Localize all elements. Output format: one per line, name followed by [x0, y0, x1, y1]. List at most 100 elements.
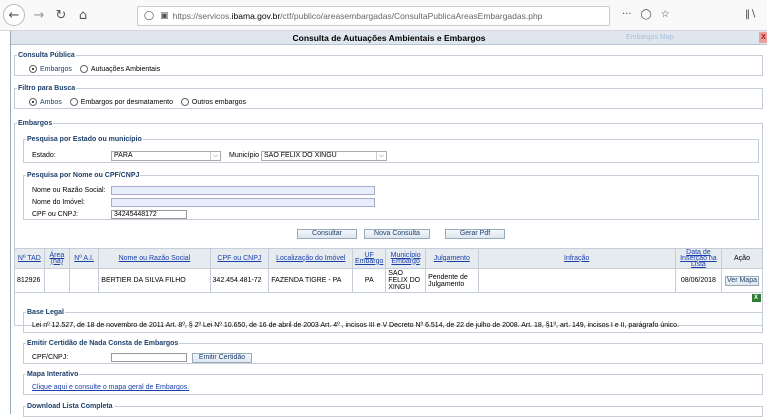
nome-input[interactable] [111, 186, 375, 195]
radio-unselected-icon[interactable] [69, 98, 78, 106]
consulta-publica-legend: Consulta Pública [17, 52, 76, 59]
lock-icon[interactable]: ▣ [160, 11, 169, 21]
bookmark-star-icon[interactable]: ☆ [661, 9, 670, 20]
cell-acao: Ver Mapa [721, 268, 763, 293]
download-lista-group: Download Lista Completa [23, 403, 763, 417]
cpf-label: CPF ou CNPJ: [32, 211, 78, 218]
municipio-select[interactable]: SAO FELIX DO XINGU ⌵ [261, 151, 387, 161]
header-julgamento[interactable]: Julgamento [425, 248, 479, 269]
cell-data: 08/06/2018 [674, 268, 723, 293]
imovel-input[interactable] [111, 198, 375, 207]
header-area[interactable]: Área (ha) [43, 248, 70, 269]
header-uf[interactable]: UF Embargo [352, 248, 387, 269]
cell-area [43, 268, 70, 293]
base-legal-legend: Base Legal [26, 309, 65, 316]
page-content: Consulta de Autuações Ambientais e Embar… [10, 31, 767, 417]
url-path: /ctf/publico/areasembargadas/ConsultaPub… [280, 11, 543, 21]
header-nome[interactable]: Nome ou Razão Social [98, 248, 211, 269]
radio-desmatamento[interactable]: Embargos por desmatamento [69, 98, 173, 106]
radio-selected-icon[interactable] [29, 98, 37, 106]
reload-icon[interactable]: ↻ [50, 4, 72, 26]
cell-localizacao: FAZENDA TIGRE - PA [268, 268, 354, 293]
radio-embargos-label: Embargos [40, 65, 72, 73]
pesquisa-nome-group: Pesquisa por Nome ou CPF/CNPJ Nome ou Ra… [23, 172, 759, 220]
download-lista-legend: Download Lista Completa [26, 403, 114, 410]
radio-autuacoes[interactable]: Autuações Ambientais [79, 65, 161, 73]
embargo-map-badge[interactable]: Embargos Map [626, 33, 721, 43]
page-title: Consulta de Autuações Ambientais e Embar… [292, 33, 486, 43]
table-footer-row: X [14, 292, 763, 303]
back-arrow-icon[interactable]: ← [3, 4, 25, 26]
emitir-certidao-button[interactable]: Emitir Certidão [192, 353, 252, 363]
cpf-input[interactable]: 34245448172 [111, 210, 187, 219]
radio-autuacoes-label: Autuações Ambientais [90, 65, 161, 73]
cell-ai [68, 268, 100, 293]
certidao-cpf-label: CPF/CNPJ: [32, 354, 69, 361]
radio-outros-label: Outros embargos [191, 98, 247, 106]
header-cpf[interactable]: CPF ou CNPJ [209, 248, 270, 269]
estado-label: Estado: [32, 152, 56, 159]
radio-selected-icon[interactable] [29, 65, 37, 73]
url-prefix: https://servicos. [172, 11, 232, 21]
mapa-interativo-group: Mapa Interativo Clique aqui e consulte o… [23, 371, 763, 395]
certidao-group: Emitir Certidão de Nada Consta de Embarg… [23, 340, 763, 364]
header-municipio[interactable]: Município Embargo [385, 248, 427, 269]
filtro-busca-group: Filtro para Busca Ambos Embargos por des… [14, 85, 763, 109]
imovel-label: Nome do Imóvel: [32, 199, 85, 206]
header-infracao[interactable]: Infração [477, 248, 676, 269]
radio-outros[interactable]: Outros embargos [180, 98, 247, 106]
url-actions: ··· ◯ ☆ [622, 9, 670, 20]
library-icon[interactable]: ‖∖ [745, 9, 756, 20]
title-bar: Consulta de Autuações Ambientais e Embar… [11, 31, 767, 45]
radio-unselected-icon[interactable] [79, 65, 88, 73]
radio-ambos-label: Ambos [40, 98, 62, 106]
browser-toolbar: ← → ↻ ⌂ ◯ ▣ https://servicos.ibama.gov.b… [0, 0, 767, 31]
nome-label: Nome ou Razão Social: [32, 187, 106, 194]
close-icon[interactable]: X [759, 32, 767, 43]
consultar-button[interactable]: Consultar [297, 229, 357, 239]
cell-uf: PA [352, 268, 387, 293]
certidao-legend: Emitir Certidão de Nada Consta de Embarg… [26, 340, 180, 347]
forward-arrow-icon[interactable]: → [28, 4, 50, 26]
embargos-legend: Embargos [17, 120, 54, 127]
cell-tad: 812926 [14, 268, 45, 293]
municipio-select-value: SAO FELIX DO XINGU [264, 152, 337, 159]
pocket-icon[interactable]: ◯ [641, 9, 652, 20]
base-legal-text: Lei nº 12.527, de 18 de novembro de 2011… [32, 322, 680, 329]
header-acao: Ação [721, 248, 763, 269]
filtro-busca-legend: Filtro para Busca [17, 85, 77, 92]
mapa-interativo-legend: Mapa Interativo [26, 371, 80, 378]
header-localizacao[interactable]: Localização do Imóvel [268, 248, 354, 269]
chevron-down-icon[interactable]: ⌵ [376, 152, 386, 160]
header-tad[interactable]: Nº TAD [14, 248, 45, 269]
page-actions-icon[interactable]: ··· [622, 9, 632, 20]
radio-ambos[interactable]: Ambos [29, 98, 62, 106]
estado-select[interactable]: PARA ⌵ [111, 151, 221, 161]
cell-cpf: 342.454.481-72 [209, 268, 270, 293]
nova-consulta-button[interactable]: Nova Consulta [364, 229, 430, 239]
cell-infracao [477, 268, 676, 293]
url-bar[interactable]: ◯ ▣ https://servicos.ibama.gov.br/ctf/pu… [137, 6, 610, 26]
radio-unselected-icon[interactable] [180, 98, 189, 106]
pesquisa-estado-group: Pesquisa por Estado ou município Estado:… [23, 136, 759, 163]
cell-julgamento: Pendente de Julgamento [425, 268, 479, 293]
home-icon[interactable]: ⌂ [72, 4, 94, 26]
chevron-down-icon[interactable]: ⌵ [210, 152, 220, 160]
cell-municipio: SAO FELIX DO XINGU [385, 268, 427, 293]
shield-icon[interactable]: ◯ [144, 11, 154, 21]
gerar-pdf-button[interactable]: Gerar Pdf [445, 229, 505, 239]
header-data[interactable]: Data de Inserção na Lista [674, 248, 723, 269]
header-ai[interactable]: Nº A.I. [68, 248, 100, 269]
certidao-cpf-input[interactable] [111, 353, 187, 362]
ver-mapa-button[interactable]: Ver Mapa [725, 275, 759, 286]
radio-desmatamento-label: Embargos por desmatamento [80, 98, 173, 106]
base-legal-group: Base Legal Lei nº 12.527, de 18 de novem… [23, 309, 763, 333]
estado-select-value: PARA [114, 152, 133, 159]
mapa-geral-link[interactable]: Clique aqui e consulte o mapa geral de E… [32, 384, 189, 391]
radio-embargos[interactable]: Embargos [29, 65, 72, 73]
excel-export-icon[interactable]: X [751, 293, 761, 302]
table-header-row: Nº TAD Área (ha) Nº A.I. Nome ou Razão S… [14, 248, 763, 269]
table-footer-spacer [14, 292, 722, 303]
pesquisa-estado-legend: Pesquisa por Estado ou município [26, 136, 143, 143]
table-footer-export: X [721, 292, 763, 303]
